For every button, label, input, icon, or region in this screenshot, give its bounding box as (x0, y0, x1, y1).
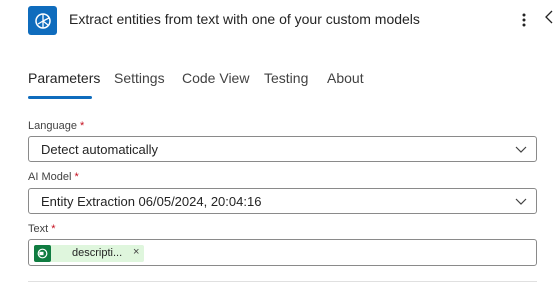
active-tab-indicator (28, 96, 92, 99)
tab-code-view[interactable]: Code View (182, 70, 249, 86)
ai-model-value: Entity Extraction 06/05/2024, 20:04:16 (41, 194, 262, 209)
text-input[interactable]: descripti... × (28, 239, 537, 266)
token-label: descripti... (72, 247, 123, 259)
dynamic-content-token[interactable]: descripti... × (34, 245, 144, 262)
text-label: Text * (28, 223, 56, 235)
chevron-down-icon (515, 146, 527, 153)
ai-model-label: AI Model * (28, 171, 79, 183)
required-marker: * (51, 223, 56, 235)
language-dropdown[interactable]: Detect automatically (28, 136, 537, 162)
action-title: Extract entities from text with one of y… (69, 11, 420, 27)
tab-parameters[interactable]: Parameters (28, 70, 100, 86)
language-label: Language * (28, 120, 85, 132)
chevron-down-icon (515, 198, 527, 205)
language-value: Detect automatically (41, 142, 159, 157)
chevron-left-icon (545, 10, 553, 24)
ai-model-dropdown[interactable]: Entity Extraction 06/05/2024, 20:04:16 (28, 188, 537, 214)
section-divider (28, 281, 537, 282)
tab-settings[interactable]: Settings (114, 70, 165, 86)
sharepoint-icon (34, 245, 51, 262)
ai-builder-icon (28, 6, 57, 35)
collapse-panel-button[interactable] (545, 10, 557, 30)
remove-token-button[interactable]: × (133, 246, 139, 258)
action-header: Extract entities from text with one of y… (0, 0, 560, 40)
more-vertical-icon (522, 13, 526, 27)
tab-testing[interactable]: Testing (264, 70, 308, 86)
required-marker: * (74, 171, 79, 183)
required-marker: * (80, 120, 85, 132)
tab-about[interactable]: About (327, 70, 364, 86)
more-options-button[interactable] (516, 9, 532, 31)
